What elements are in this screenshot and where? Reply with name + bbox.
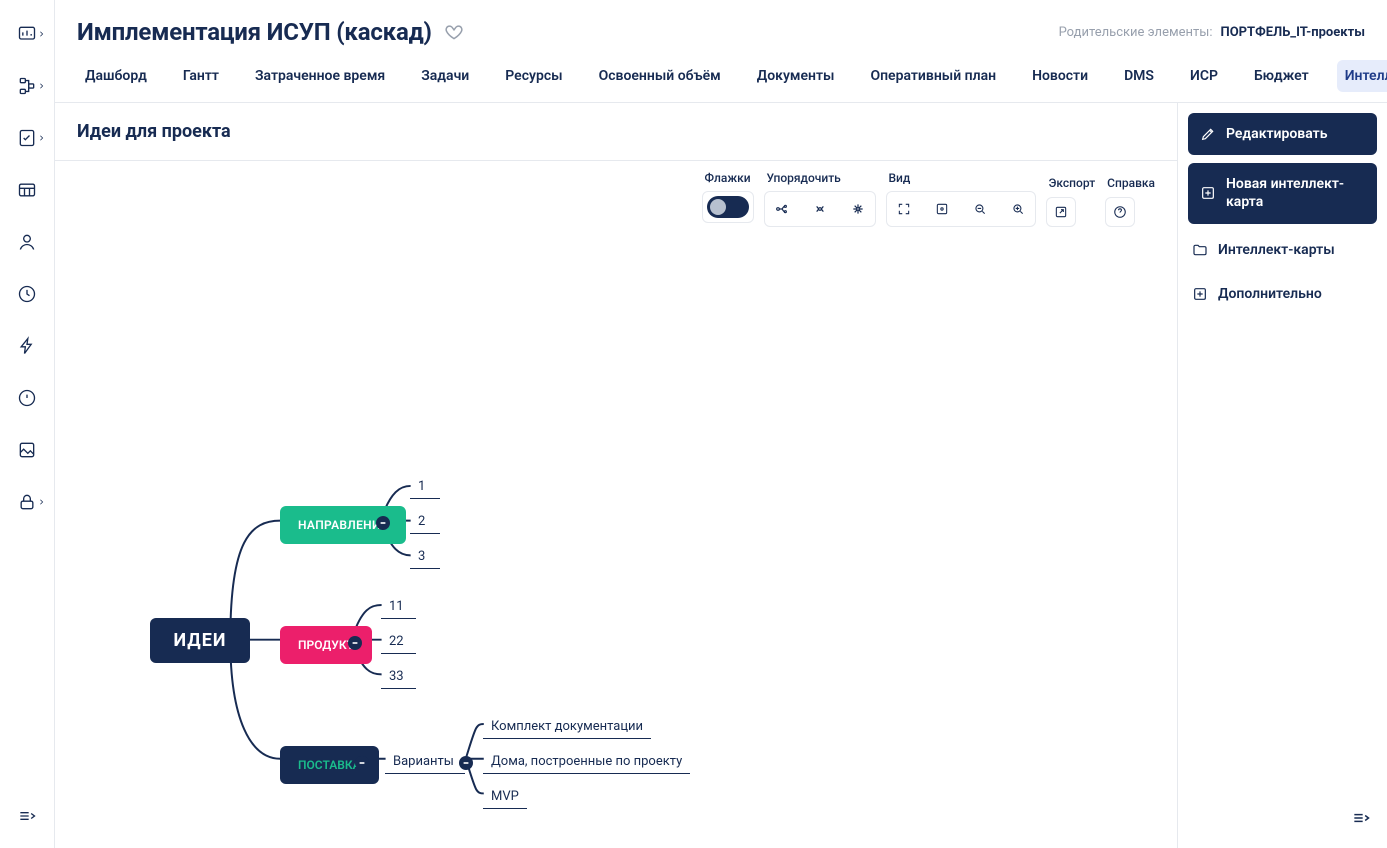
zoom-in-icon[interactable] (1003, 194, 1033, 224)
nav-image-icon[interactable] (13, 436, 41, 464)
toolbar-export-label: Экспорт (1046, 176, 1095, 191)
leaf-33[interactable]: 33 (381, 663, 416, 689)
tab-2[interactable]: Затраченное время (247, 60, 393, 92)
maps-list-label: Интеллект-карты (1218, 242, 1335, 258)
nav-dashboard-icon[interactable] (13, 20, 41, 48)
nav-kanban-icon[interactable] (13, 176, 41, 204)
tab-11[interactable]: Бюджет (1246, 60, 1317, 92)
tab-8[interactable]: Новости (1024, 60, 1096, 92)
collapse-right-icon[interactable] (1351, 808, 1371, 832)
new-map-button-label: Новая интеллект-карта (1226, 175, 1365, 211)
collapse-dot-icon[interactable] (459, 756, 473, 770)
page-title: Имплементация ИСУП (каскад) (77, 18, 432, 46)
nav-hierarchy-icon[interactable] (13, 72, 41, 100)
leaf-2[interactable]: 2 (410, 508, 440, 534)
nav-user-icon[interactable] (13, 228, 41, 256)
more-item-label: Дополнительно (1218, 286, 1322, 302)
export-icon[interactable] (1046, 197, 1076, 227)
collapse-dot-icon[interactable] (376, 516, 390, 530)
parent-elements-value[interactable]: ПОРТФЕЛЬ_IT-проекты (1221, 25, 1366, 40)
nav-bolt-icon[interactable] (13, 332, 41, 360)
help-icon[interactable] (1105, 197, 1135, 227)
tab-1[interactable]: Гантт (175, 60, 227, 92)
maps-list-item[interactable]: Интеллект-карты (1188, 232, 1377, 268)
leaf-mvp[interactable]: MVP (483, 783, 527, 809)
leaf-houses[interactable]: Дома, построенные по проекту (483, 748, 690, 774)
nav-tasks-icon[interactable] (13, 124, 41, 152)
tab-4[interactable]: Ресурсы (497, 60, 570, 92)
tab-0[interactable]: Дашборд (77, 60, 155, 92)
arrange-right-icon[interactable] (767, 194, 797, 224)
toolbar-view-label: Вид (886, 171, 1036, 185)
zoom-out-icon[interactable] (965, 194, 995, 224)
tab-6[interactable]: Документы (749, 60, 843, 92)
flags-toggle[interactable] (707, 196, 749, 218)
toolbar-arrange-label: Упорядочить (764, 171, 876, 185)
tab-10[interactable]: ИСР (1182, 60, 1226, 92)
edit-button[interactable]: Редактировать (1188, 113, 1377, 155)
new-map-button[interactable]: Новая интеллект-карта (1188, 163, 1377, 223)
collapse-dot-icon[interactable] (348, 636, 362, 650)
leaf-22[interactable]: 22 (381, 628, 416, 654)
nav-expand-icon[interactable] (13, 802, 41, 830)
toolbar-help-label: Справка (1105, 176, 1155, 191)
tab-12[interactable]: Интеллект-карты (1337, 60, 1387, 92)
fullscreen-icon[interactable] (889, 194, 919, 224)
toolbar-flags-label: Флажки (702, 171, 754, 185)
nav-alert-icon[interactable] (13, 384, 41, 412)
leaf-1[interactable]: 1 (410, 473, 440, 499)
mindmap-root[interactable]: ИДЕИ (150, 618, 250, 663)
edit-button-label: Редактировать (1226, 125, 1327, 143)
leaf-docs[interactable]: Комплект документации (483, 713, 651, 739)
tab-5[interactable]: Освоенный объём (591, 60, 729, 92)
collapse-dot-icon[interactable] (355, 756, 369, 770)
arrange-both-icon[interactable] (805, 194, 835, 224)
tab-7[interactable]: Оперативный план (862, 60, 1004, 92)
more-item[interactable]: Дополнительно (1188, 276, 1377, 312)
tab-3[interactable]: Задачи (413, 60, 477, 92)
arrange-radial-icon[interactable] (843, 194, 873, 224)
nav-lock-icon[interactable] (13, 488, 41, 516)
fit-icon[interactable] (927, 194, 957, 224)
leaf-variants[interactable]: Варианты (385, 748, 465, 774)
favorite-icon[interactable] (444, 22, 464, 42)
leaf-11[interactable]: 11 (381, 593, 416, 619)
section-title: Идеи для проекта (55, 103, 1177, 161)
leaf-3[interactable]: 3 (410, 543, 440, 569)
nav-time-icon[interactable] (13, 280, 41, 308)
tab-9[interactable]: DMS (1116, 60, 1162, 92)
parent-elements-label: Родительские элементы: (1059, 25, 1213, 40)
